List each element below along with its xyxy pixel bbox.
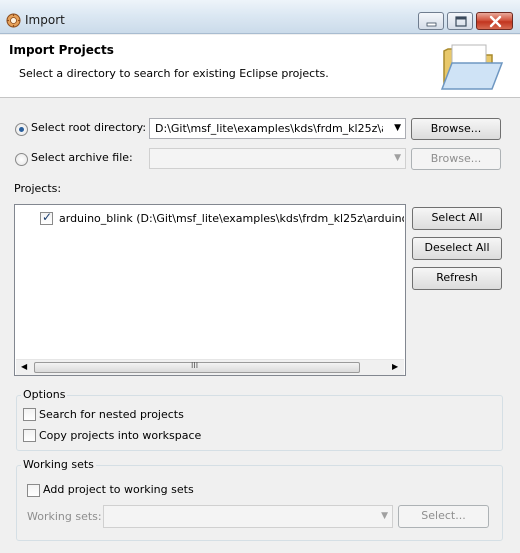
- copy-projects-checkbox[interactable]: [23, 429, 36, 442]
- working-sets-label: Working sets: [21, 458, 96, 471]
- project-item-label: arduino_blink (D:\Git\msf_lite\examples\…: [59, 212, 404, 225]
- minimize-button[interactable]: [418, 12, 444, 30]
- root-directory-label: Select root directory:: [31, 121, 147, 134]
- working-sets-group: [16, 465, 503, 541]
- window-title: Import: [25, 13, 65, 27]
- select-all-button[interactable]: Select All: [412, 207, 502, 230]
- options-label: Options: [21, 388, 68, 401]
- projects-list[interactable]: arduino_blink (D:\Git\msf_lite\examples\…: [14, 204, 406, 376]
- archive-file-radio[interactable]: [15, 153, 28, 166]
- nested-projects-label: Search for nested projects: [39, 408, 184, 421]
- window-titlebar[interactable]: Import: [0, 0, 520, 34]
- grip-icon: III: [191, 361, 199, 370]
- dialog-header: Import Projects Select a directory to se…: [0, 35, 520, 98]
- eclipse-app-icon: [6, 13, 21, 28]
- close-button[interactable]: [476, 12, 513, 30]
- archive-file-combo[interactable]: ▼: [149, 148, 406, 169]
- dialog-message: Select a directory to search for existin…: [19, 67, 329, 80]
- scrollbar-thumb[interactable]: III: [34, 361, 360, 373]
- chevron-down-icon[interactable]: ▼: [394, 153, 401, 163]
- project-checkbox[interactable]: [40, 210, 53, 225]
- add-working-set-checkbox[interactable]: [27, 484, 40, 497]
- working-sets-combo[interactable]: ▼: [103, 505, 393, 528]
- dialog-title: Import Projects: [9, 43, 114, 57]
- options-group: [16, 395, 503, 451]
- scroll-right-icon[interactable]: ▶: [392, 362, 398, 371]
- copy-projects-label: Copy projects into workspace: [39, 429, 202, 442]
- close-icon: [489, 15, 502, 28]
- chevron-down-icon[interactable]: ▼: [381, 511, 388, 521]
- archive-file-label: Select archive file:: [31, 151, 133, 164]
- nested-projects-checkbox[interactable]: [23, 408, 36, 421]
- scroll-left-icon[interactable]: ◀: [21, 362, 27, 371]
- select-working-sets-button[interactable]: Select...: [398, 505, 489, 528]
- maximize-button[interactable]: [447, 12, 473, 30]
- root-directory-radio[interactable]: [15, 123, 28, 136]
- chevron-down-icon[interactable]: ▼: [394, 123, 401, 133]
- minimize-icon: [426, 22, 437, 27]
- root-directory-value: D:\Git\msf_lite\examples\kds\frdm_kl25z\…: [155, 122, 383, 135]
- browse-archive-button[interactable]: Browse...: [411, 148, 501, 170]
- deselect-all-button[interactable]: Deselect All: [412, 237, 502, 260]
- open-folder-icon: [440, 44, 504, 90]
- maximize-icon: [455, 16, 467, 27]
- add-working-set-label: Add project to working sets: [43, 483, 194, 496]
- projects-label: Projects:: [14, 182, 62, 195]
- list-item[interactable]: arduino_blink (D:\Git\msf_lite\examples\…: [15, 205, 405, 229]
- working-sets-field-label: Working sets:: [27, 510, 102, 523]
- root-directory-combo[interactable]: D:\Git\msf_lite\examples\kds\frdm_kl25z\…: [149, 118, 406, 139]
- browse-directory-button[interactable]: Browse...: [411, 118, 501, 140]
- horizontal-scrollbar[interactable]: ◀ III ▶: [16, 359, 404, 375]
- refresh-button[interactable]: Refresh: [412, 267, 502, 290]
